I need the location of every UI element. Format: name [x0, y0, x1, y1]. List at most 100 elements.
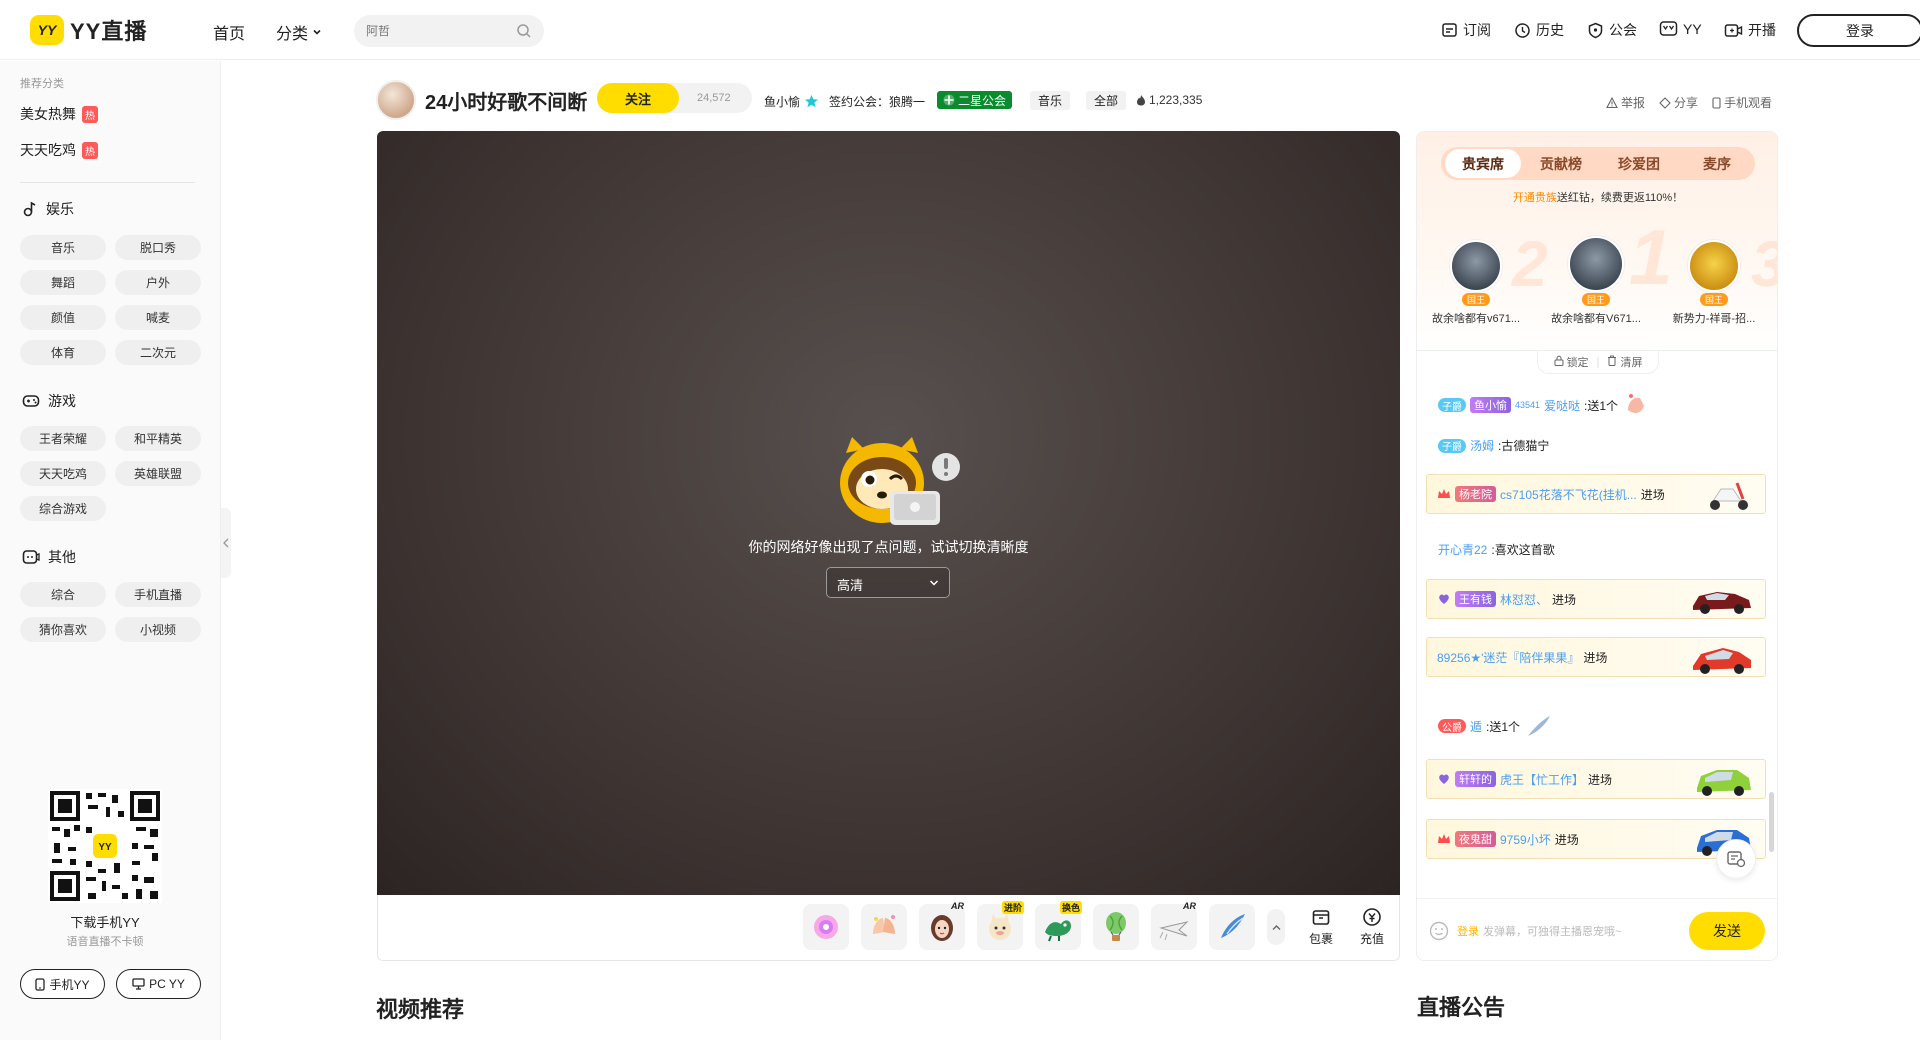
category-pill[interactable]: 颜值 [20, 305, 106, 330]
follow-button[interactable]: 关注 [597, 83, 679, 113]
share-link[interactable]: 分享 [1659, 94, 1698, 111]
recharge-button[interactable]: 充值 [1352, 907, 1392, 947]
gift-cat-icon [989, 914, 1011, 940]
share-icon [1659, 96, 1671, 109]
anchor-name-group[interactable]: 鱼小愉 [764, 93, 819, 110]
sidebar-hot-item[interactable]: 美女热舞 热 [20, 104, 98, 124]
category-pill[interactable]: 王者荣耀 [20, 426, 106, 451]
gift-item[interactable] [803, 904, 849, 950]
category-pill[interactable]: 音乐 [20, 235, 106, 260]
category-pill[interactable]: 脱口秀 [115, 235, 201, 260]
gift-item[interactable] [1209, 904, 1255, 950]
guild-link[interactable]: 公会 [1587, 20, 1637, 40]
rank-entry[interactable]: 国王 故余啥都有V671... [1541, 236, 1651, 326]
quality-select[interactable]: 高清 [826, 567, 950, 598]
subscribe-link[interactable]: 订阅 [1441, 20, 1491, 40]
guild-label[interactable]: 签约公会：狼腾一 [829, 93, 925, 110]
chat-username[interactable]: cs7105花落不飞花(挂机... [1500, 486, 1637, 503]
history-link[interactable]: 历史 [1514, 20, 1564, 40]
category-pill[interactable]: 舞蹈 [20, 270, 106, 295]
gift-item[interactable]: 进阶 [977, 901, 1024, 950]
tag-music[interactable]: 音乐 [1030, 91, 1071, 110]
gift-item[interactable]: AR [1151, 901, 1197, 950]
chat-username[interactable]: 虎王【忙工作】 [1500, 771, 1584, 788]
category-pill[interactable]: 和平精英 [115, 426, 201, 451]
chat-scrollbar[interactable] [1769, 792, 1774, 852]
avatar [1688, 240, 1740, 292]
gift-plane-icon [1159, 921, 1189, 941]
logo-text: YY直播 [70, 19, 148, 44]
category-pill[interactable]: 猜你喜欢 [20, 617, 106, 642]
login-button[interactable]: 登录 [1797, 14, 1920, 47]
search-input[interactable] [366, 15, 506, 47]
nav-category[interactable]: 分类 [276, 20, 322, 44]
send-button[interactable]: 发送 [1689, 912, 1765, 950]
category-pill[interactable]: 体育 [20, 340, 106, 365]
chat-message: 公爵 遁 :送1个 [1426, 712, 1766, 740]
chat-username[interactable]: 汤姆 [1470, 437, 1494, 454]
package-button[interactable]: 包裹 [1301, 907, 1341, 947]
anchor-avatar[interactable] [376, 80, 416, 120]
phone-icon [35, 977, 46, 991]
sports-car-icon [1693, 592, 1751, 614]
gift-item[interactable]: 换色 [1035, 901, 1082, 950]
tab-mic-queue[interactable]: 麦序 [1679, 147, 1755, 180]
rank-entry[interactable]: 国王 新势力-祥哥-招... [1659, 240, 1769, 326]
download-mobile-button[interactable]: 手机YY [20, 969, 105, 999]
yy-logo[interactable]: YY YY直播 [30, 14, 147, 46]
chat-settings-button[interactable] [1716, 839, 1756, 879]
tab-fans[interactable]: 珍爱团 [1601, 147, 1677, 180]
chat-username[interactable]: 9759小坏 [1500, 831, 1551, 848]
sidebar-hot-item[interactable]: 天天吃鸡 热 [20, 140, 98, 160]
download-pc-button[interactable]: PC YY [116, 969, 201, 999]
rank-entry[interactable]: 国王 故余啥都有v671... [1421, 240, 1531, 326]
chat-username[interactable]: 爱哒哒 [1544, 397, 1580, 414]
category-pill[interactable]: 综合 [20, 582, 106, 607]
trash-icon [1608, 355, 1617, 366]
sidebar-collapse-toggle[interactable] [221, 508, 231, 578]
broadcast-link[interactable]: 开播 [1724, 20, 1776, 40]
chat-username[interactable]: 89256★'迷茫『陪伴果果』 [1437, 649, 1579, 666]
vip-promo[interactable]: 开通贵族送红钻，续费更返110%！ [1417, 189, 1777, 205]
input-login-link[interactable]: 登录 [1457, 926, 1479, 938]
gamepad-icon [22, 395, 40, 407]
mobile-watch-link[interactable]: 手机观看 [1712, 94, 1772, 111]
video-player[interactable]: 你的网络好像出现了点问题，试试切换清晰度 高清 [377, 131, 1400, 895]
danmaku-input[interactable]: 登录 发弹幕，可独得主播恩宠哦~ [1457, 923, 1621, 939]
nav-home[interactable]: 首页 [213, 20, 245, 44]
gift-item[interactable]: AR [919, 901, 965, 950]
fan-badge: 王有钱 [1455, 591, 1496, 607]
gift-balloon-icon [1106, 912, 1126, 941]
search-icon[interactable] [516, 23, 532, 39]
category-pill[interactable]: 二次元 [115, 340, 201, 365]
chat-username[interactable]: 林怼怼、 [1500, 591, 1548, 608]
gift-item[interactable] [1093, 904, 1139, 950]
hot-badge: 热 [82, 141, 98, 159]
category-pill[interactable]: 小视频 [115, 617, 201, 642]
emoji-icon[interactable] [1429, 921, 1449, 941]
chat-username[interactable]: 遁 [1470, 718, 1482, 735]
subscribe-icon [1442, 22, 1457, 37]
category-pill[interactable]: 户外 [115, 270, 201, 295]
section-title: 其他 [48, 549, 76, 565]
report-link[interactable]: 举报 [1606, 94, 1645, 111]
lock-label: 锁定 [1566, 357, 1589, 369]
gift-more-button[interactable] [1267, 909, 1285, 945]
clear-button[interactable]: 清屏 [1607, 354, 1642, 370]
tab-vip[interactable]: 贵宾席 [1445, 149, 1521, 178]
chat-username[interactable]: 开心青22 [1438, 541, 1487, 558]
category-pill[interactable]: 综合游戏 [20, 496, 106, 521]
tab-contribution[interactable]: 贡献榜 [1523, 147, 1599, 180]
lock-button[interactable]: 锁定 [1554, 354, 1589, 370]
hot-item-label: 天天吃鸡 [20, 142, 76, 158]
category-pill[interactable]: 英雄联盟 [115, 461, 201, 486]
gift-bar: AR 进阶 换色 AR 包裹 充值 [377, 895, 1400, 961]
gift-item[interactable] [861, 904, 907, 950]
yy-link[interactable]: YY [1659, 20, 1702, 37]
tag-all[interactable]: 全部 [1086, 91, 1127, 110]
chat-message: 子爵 鱼小愉 43541 爱哒哒 :送1个 [1426, 390, 1766, 420]
category-pill[interactable]: 天天吃鸡 [20, 461, 106, 486]
view-count-value: 1,223,335 [1149, 93, 1203, 107]
category-pill[interactable]: 喊麦 [115, 305, 201, 330]
category-pill[interactable]: 手机直播 [115, 582, 201, 607]
